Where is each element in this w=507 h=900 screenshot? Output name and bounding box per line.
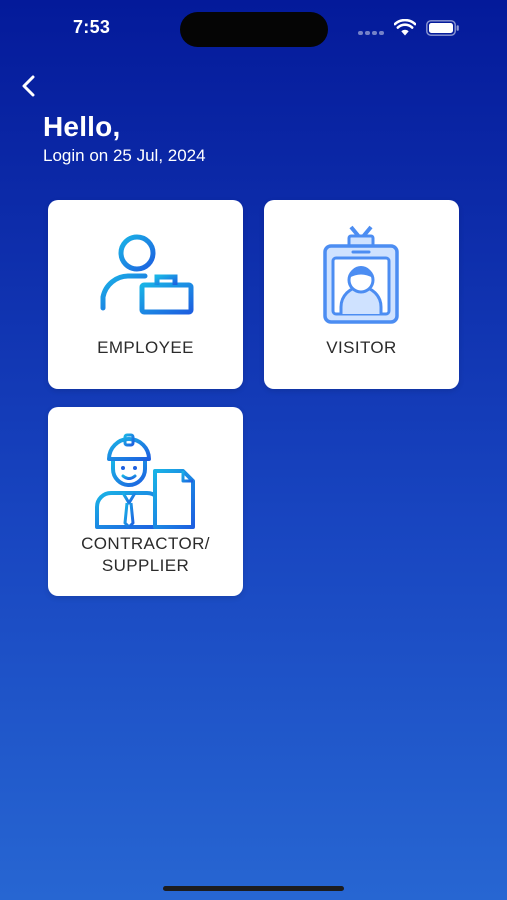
signal-icon (358, 31, 386, 37)
battery-icon (426, 20, 459, 36)
employee-card[interactable]: EMPLOYEE (48, 200, 243, 389)
wifi-icon (394, 19, 416, 36)
status-bar: 7:53 (0, 0, 507, 60)
login-date: Login on 25 Jul, 2024 (43, 146, 206, 165)
visitor-card-label: VISITOR (326, 338, 397, 357)
back-button[interactable] (12, 70, 46, 102)
contractor-supplier-card[interactable]: CONTRACTOR/ SUPPLIER (48, 407, 243, 596)
employee-card-label: EMPLOYEE (97, 338, 194, 357)
contractor-supplier-card-label: CONTRACTOR/ SUPPLIER (81, 534, 210, 575)
visitor-badge-icon (323, 225, 399, 324)
visitor-card[interactable]: VISITOR (264, 200, 459, 389)
home-indicator[interactable] (163, 886, 344, 891)
employee-id-icon (100, 234, 194, 315)
chevron-left-icon (22, 75, 35, 97)
status-time: 7:53 (73, 17, 111, 37)
contractor-worker-icon (95, 433, 195, 529)
greeting-title: Hello, (43, 111, 121, 142)
dynamic-island (180, 12, 328, 47)
